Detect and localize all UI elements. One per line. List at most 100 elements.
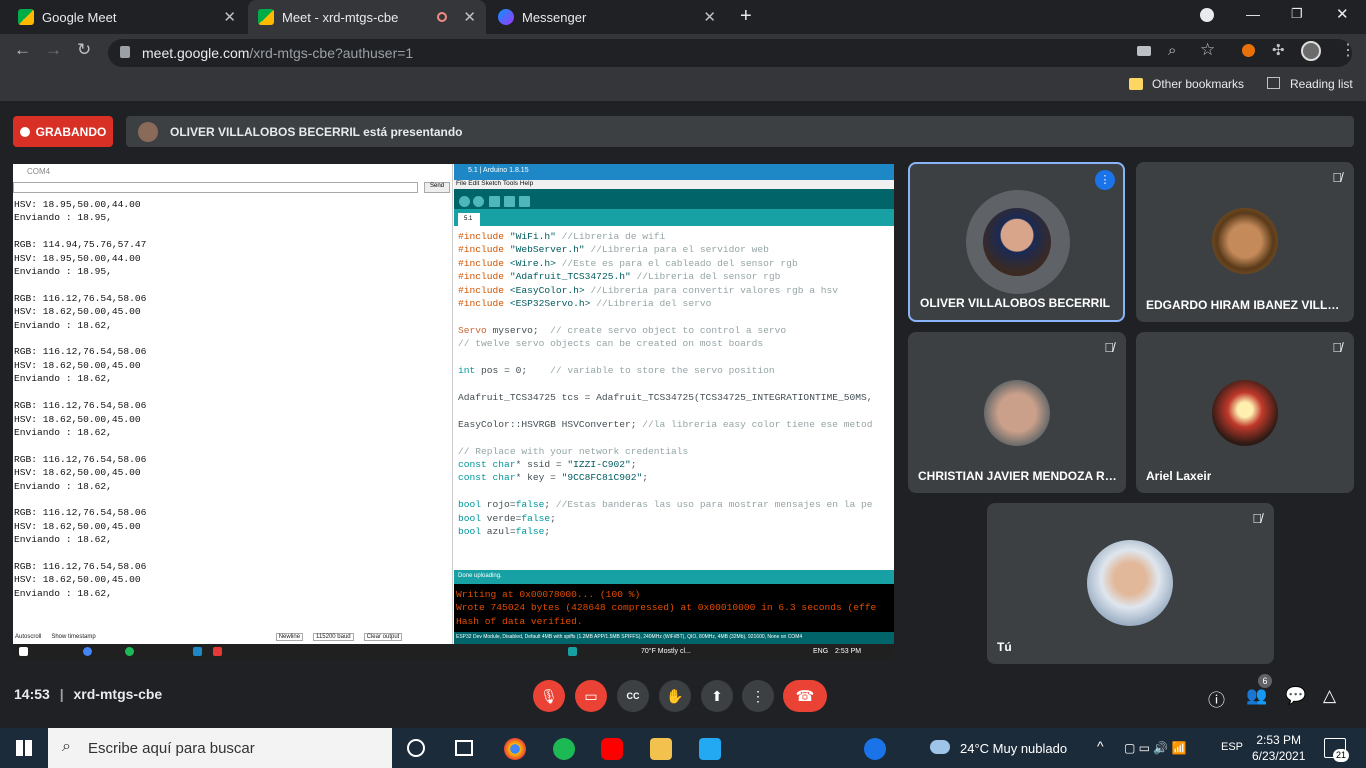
arduino-menu[interactable]: File Edit Sketch Tools Help xyxy=(454,180,894,189)
presenting-banner: OLIVER VILLALOBOS BECERRIL está presenta… xyxy=(126,116,1354,147)
back-icon[interactable]: ← xyxy=(14,40,31,60)
meet-icon xyxy=(258,9,274,25)
close-tab-icon[interactable]: ✕ xyxy=(463,8,476,26)
clear-output-button[interactable]: Clear output xyxy=(363,632,403,641)
cortana-icon[interactable] xyxy=(407,739,425,757)
raise-hand-button[interactable]: ✋ xyxy=(659,680,691,712)
task-view-icon[interactable] xyxy=(455,740,473,756)
leave-call-button[interactable]: ☎ xyxy=(783,680,827,712)
arduino-icon xyxy=(568,647,577,656)
notification-count: 21 xyxy=(1333,749,1349,762)
participant-tile[interactable]: 🎙̸ Ariel Laxeir xyxy=(1136,332,1354,493)
participant-tile[interactable]: 🎙̸ CHRISTIAN JAVIER MENDOZA RAM... xyxy=(908,332,1126,493)
file-explorer-icon[interactable] xyxy=(650,738,672,760)
send-button[interactable]: Send xyxy=(424,182,450,193)
arduino-title: 5.1 | Arduino 1.8.15 xyxy=(454,164,894,180)
arduino-tab-strip: 5.1 xyxy=(454,209,894,226)
clock-time: 2:53 PM xyxy=(1256,733,1302,747)
close-tab-icon[interactable]: ✕ xyxy=(703,8,716,26)
system-clock[interactable]: 2:53 PM 6/23/2021 xyxy=(1252,732,1305,764)
speaking-icon: ⋮ xyxy=(1095,170,1115,190)
spotify-icon xyxy=(125,647,134,656)
forward-icon[interactable]: → xyxy=(45,40,62,60)
folder-icon xyxy=(1129,78,1143,90)
newline-select[interactable]: Newline xyxy=(275,632,304,641)
shared-time: 2:53 PM xyxy=(835,648,862,655)
baud-select[interactable]: 115200 baud xyxy=(313,632,354,641)
taskbar-search-input[interactable]: ⌕ Escribe aquí para buscar xyxy=(48,728,392,768)
minimize-icon[interactable]: — xyxy=(1246,6,1260,22)
chat-icon[interactable]: 💬 xyxy=(1285,686,1306,706)
tab-label: Meet - xrd-mtgs-cbe xyxy=(282,9,399,25)
participant-count-badge: 6 xyxy=(1258,674,1272,688)
participant-tile[interactable]: ⋮ OLIVER VILLALOBOS BECERRIL xyxy=(908,162,1125,322)
more-options-button[interactable]: ⋮ xyxy=(742,680,774,712)
search-placeholder: Escribe aquí para buscar xyxy=(88,739,255,757)
camera-off-icon: ▭ xyxy=(584,687,598,704)
meeting-time: 14:53 xyxy=(14,686,50,702)
verify-icon[interactable] xyxy=(459,196,470,207)
board-info: ESP32 Dev Module, Disabled, Default 4MB … xyxy=(454,632,894,644)
help-icon[interactable] xyxy=(864,738,886,760)
windows-start-icon[interactable] xyxy=(16,740,32,756)
meet-icon xyxy=(18,9,34,25)
open-sketch-icon[interactable] xyxy=(504,196,515,207)
present-button[interactable]: ⬆ xyxy=(701,680,733,712)
chrome-taskbar-icon[interactable] xyxy=(504,738,526,760)
avatar xyxy=(983,208,1051,276)
profile-avatar[interactable] xyxy=(1301,41,1321,61)
reading-list[interactable]: Reading list xyxy=(1290,77,1353,91)
close-window-icon[interactable]: ✕ xyxy=(1336,5,1349,23)
serial-input[interactable] xyxy=(13,182,418,193)
code-editor[interactable]: #include "WiFi.h" //Libreria de wifi #in… xyxy=(454,227,886,547)
people-icon[interactable]: 👥 xyxy=(1246,686,1267,706)
menu-kebab-icon[interactable]: ⋮ xyxy=(1340,40,1356,60)
present-icon: ⬆ xyxy=(711,687,723,704)
youtube-taskbar-icon[interactable] xyxy=(601,738,623,760)
new-tab-icon[interactable]: + xyxy=(740,5,752,28)
tab-google-meet[interactable]: Google Meet ✕ xyxy=(8,0,246,34)
tab-search-icon[interactable] xyxy=(1200,8,1214,22)
participant-tile-self[interactable]: 🎙̸ Tú xyxy=(987,503,1274,664)
camera-indicator-icon[interactable] xyxy=(1137,46,1151,56)
new-sketch-icon[interactable] xyxy=(489,196,500,207)
reload-icon[interactable]: ↻ xyxy=(77,40,91,60)
participant-name: Ariel Laxeir xyxy=(1146,469,1212,483)
timestamp-checkbox[interactable]: Show timestamp xyxy=(51,634,95,640)
participant-name: CHRISTIAN JAVIER MENDOZA RAM... xyxy=(918,469,1118,483)
zoom-icon[interactable]: ⌕ xyxy=(1168,42,1176,59)
camera-off-button[interactable]: ▭ xyxy=(575,680,607,712)
weather-text[interactable]: 24°C Muy nublado xyxy=(960,741,1067,756)
extensions-puzzle-icon[interactable]: ✣ xyxy=(1272,41,1285,59)
participant-tile[interactable]: 🎙̸ EDGARDO HIRAM IBANEZ VILLALO... xyxy=(1136,162,1354,322)
tray-icons[interactable]: ▢ ▭ 🔊 📶 xyxy=(1124,741,1187,755)
tray-chevron-icon[interactable]: ^ xyxy=(1097,738,1104,754)
spotify-taskbar-icon[interactable] xyxy=(553,738,575,760)
recording-badge[interactable]: GRABANDO xyxy=(13,116,113,147)
save-sketch-icon[interactable] xyxy=(519,196,530,207)
presenting-text: OLIVER VILLALOBOS BECERRIL está presenta… xyxy=(170,124,463,139)
activities-icon[interactable]: △ xyxy=(1323,686,1336,706)
other-bookmarks[interactable]: Other bookmarks xyxy=(1152,77,1244,91)
language-indicator[interactable]: ESP xyxy=(1221,741,1243,753)
tab-messenger[interactable]: Messenger ✕ xyxy=(488,0,726,34)
sketch-tab[interactable]: 5.1 xyxy=(458,213,480,226)
chrome-icon xyxy=(83,647,92,656)
upload-icon[interactable] xyxy=(473,196,484,207)
bookmark-star-icon[interactable]: ☆ xyxy=(1200,40,1215,60)
restore-icon[interactable]: ❐ xyxy=(1291,6,1303,22)
address-bar[interactable]: meet.google.com/xrd-mtgs-cbe?authuser=1 xyxy=(108,39,1352,67)
captions-button[interactable]: CC xyxy=(617,680,649,712)
serial-monitor-window: COM4 Send HSV: 18.95,50.00,44.00 Enviand… xyxy=(13,164,453,660)
mic-off-button[interactable]: 🎙 xyxy=(533,680,565,712)
extension-icon[interactable] xyxy=(1242,44,1255,57)
captions-icon: CC xyxy=(626,691,640,701)
vscode-taskbar-icon[interactable] xyxy=(699,738,721,760)
close-tab-icon[interactable]: ✕ xyxy=(223,8,236,26)
autoscroll-checkbox[interactable]: Autoscroll xyxy=(15,634,41,640)
tab-meet-xrd[interactable]: Meet - xrd-mtgs-cbe ✕ xyxy=(248,0,486,34)
mic-off-icon: 🎙̸ xyxy=(1104,340,1114,355)
bookmarks-bar: Other bookmarks Reading list xyxy=(0,71,1366,101)
recording-dot-icon xyxy=(437,12,448,22)
meeting-details-icon[interactable]: ⓘ xyxy=(1208,686,1225,711)
